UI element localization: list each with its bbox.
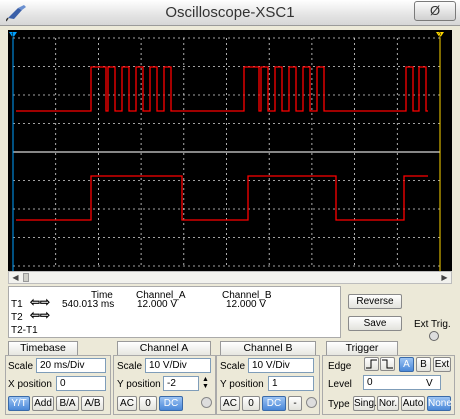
channel-b-ypos-label: Y position	[220, 379, 264, 390]
timebase-add-button[interactable]: Add	[32, 396, 54, 411]
trigger-edge-label: Edge	[328, 361, 352, 372]
rising-edge-icon[interactable]	[364, 357, 379, 371]
channel-a-ypos-label: Y position	[117, 379, 161, 390]
channel-b-ypos-field[interactable]: 1	[268, 376, 314, 391]
scroll-right-icon[interactable]: ▶	[438, 272, 451, 283]
channel-b-ac-button[interactable]: AC	[220, 396, 240, 411]
trigger-source-a-button[interactable]: A	[399, 357, 414, 372]
t1-channel-a-value: 12.000 V	[137, 299, 178, 310]
save-button[interactable]: Save	[348, 316, 402, 331]
channel-a-ypos-field[interactable]: -2	[163, 376, 199, 391]
channel-b-header: Channel B	[220, 341, 316, 355]
scroll-left-icon[interactable]: ◀	[9, 272, 22, 283]
trigger-level-label: Level	[328, 379, 352, 390]
timebase-mode-buttons: Y/T Add B/A A/B	[8, 396, 108, 411]
channel-a-scale-label: Scale	[117, 361, 143, 372]
channel-b-trace	[16, 175, 428, 221]
channel-b-terminal[interactable]	[306, 397, 317, 408]
trigger-type-nor-button[interactable]: Nor.	[377, 396, 399, 411]
channel-a-ypos-spinner[interactable]: ▲ ▼	[200, 376, 211, 391]
window-title: Oscilloscope-XSC1	[165, 4, 295, 21]
channel-b-0-button[interactable]: 0	[242, 396, 260, 411]
channel-a-header: Channel A	[117, 341, 211, 355]
channel-a-trace	[16, 66, 428, 112]
channel-b--button[interactable]: -	[288, 396, 302, 411]
t2-label: T2	[11, 312, 23, 323]
channel-b-dc-button[interactable]: DC	[262, 396, 286, 411]
reverse-button[interactable]: Reverse	[348, 294, 402, 309]
channel-a-dc-button[interactable]: DC	[159, 396, 183, 411]
channel-a-scale-field[interactable]: 10 V/Div	[145, 358, 211, 373]
channel-a-ac-button[interactable]: AC	[117, 396, 137, 411]
t1-label: T1	[11, 299, 23, 310]
trigger-source-ext-button[interactable]: Ext	[433, 357, 451, 372]
channel-a-coupling-buttons: AC 0 DC	[117, 396, 213, 411]
timebase-xpos-field[interactable]: 0	[56, 376, 106, 391]
t1-channel-b-value: 12.000 V	[226, 299, 267, 310]
timebase-a-b-button[interactable]: A/B	[81, 396, 104, 411]
channel-b-scale-label: Scale	[220, 361, 246, 372]
trigger-source-b-button[interactable]: B	[416, 357, 431, 372]
time-scrollbar[interactable]: ◀ ▶	[8, 271, 452, 284]
left-right-arrows-icon[interactable]: ⇦⇨	[30, 309, 50, 321]
close-button[interactable]: Ø	[414, 1, 456, 21]
timebase-y-t-button[interactable]: Y/T	[8, 396, 30, 411]
timebase-header: Timebase	[8, 341, 78, 355]
ext-trig-label: Ext Trig.	[414, 319, 451, 330]
screen-grid	[12, 37, 441, 267]
trigger-type-label: Type	[328, 399, 350, 410]
trigger-source-buttons: A B Ext	[399, 357, 453, 372]
trigger-type-sing-button[interactable]: Sing.	[353, 396, 377, 411]
trigger-level-unit: V	[426, 378, 433, 389]
t1-time-value: 540.013 ms	[62, 299, 115, 310]
timebase-scale-field[interactable]: 20 ms/Div	[36, 358, 106, 373]
oscilloscope-screen[interactable]: 1 2	[8, 30, 452, 271]
trigger-type-none-button[interactable]: None	[427, 396, 452, 411]
timebase-b-a-button[interactable]: B/A	[56, 396, 79, 411]
trigger-type-auto-button[interactable]: Auto	[401, 396, 425, 411]
t2-t1-label: T2-T1	[11, 325, 38, 336]
timebase-scale-label: Scale	[8, 361, 34, 372]
ext-trig-terminal[interactable]	[429, 331, 439, 341]
timebase-xpos-label: X position	[8, 379, 52, 390]
left-right-arrows-icon[interactable]: ⇦⇨	[30, 296, 50, 308]
channel-b-coupling-buttons: AC 0 DC -	[220, 396, 318, 411]
trigger-header: Trigger	[326, 341, 398, 355]
scroll-thumb[interactable]	[23, 273, 29, 282]
trigger-type-buttons: Sing. Nor. Auto None	[353, 396, 453, 411]
channel-b-scale-field[interactable]: 10 V/Div	[248, 358, 314, 373]
channel-a-terminal[interactable]	[201, 397, 212, 408]
channel-a-0-button[interactable]: 0	[139, 396, 157, 411]
falling-edge-icon[interactable]	[380, 357, 395, 371]
